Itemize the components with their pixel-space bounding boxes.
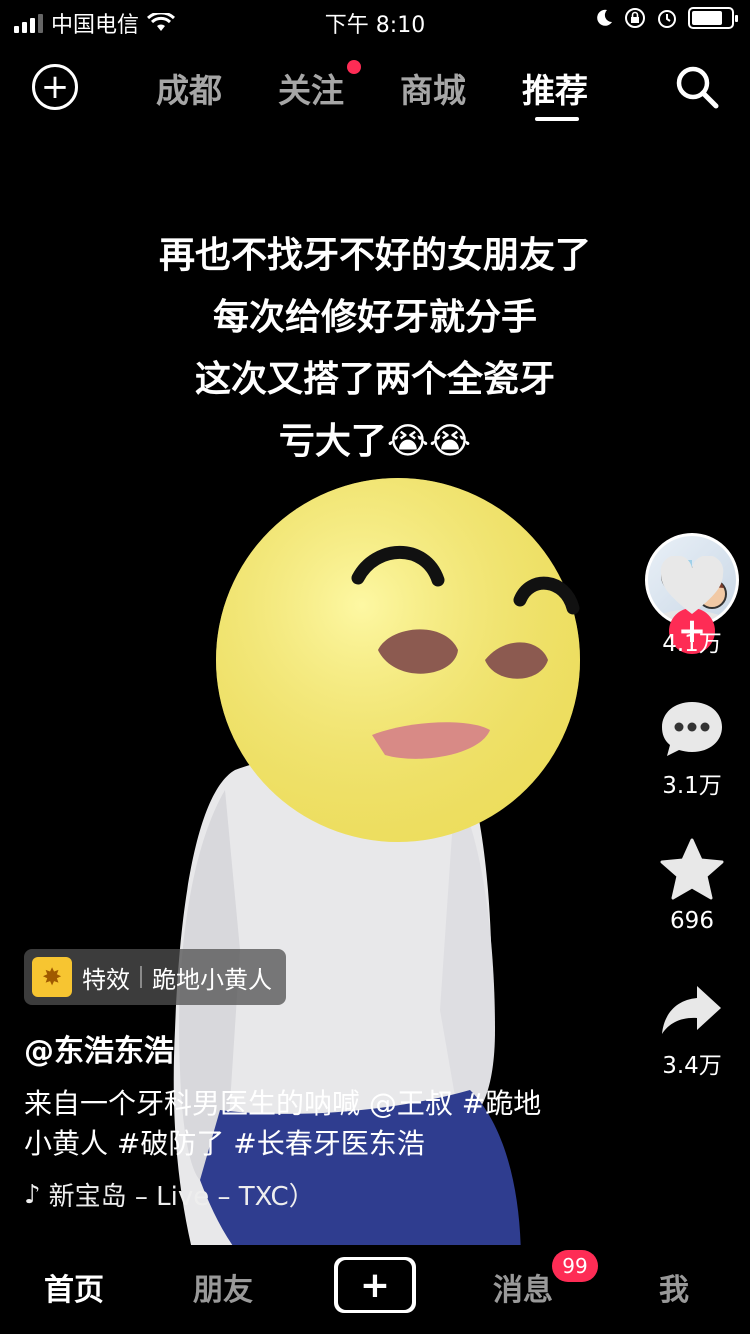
share-button[interactable]: 3.4万 [650, 982, 734, 1080]
tab-messages[interactable]: 消息 [493, 1265, 553, 1309]
like-count: 4.1万 [662, 631, 722, 657]
tab-chengdu[interactable]: 成都 [156, 64, 222, 112]
star-icon [660, 838, 724, 900]
plus-icon: + [338, 1260, 412, 1310]
heart-icon [660, 555, 724, 614]
effect-chip[interactable]: ✸ 特效 跪地小黄人 [24, 949, 286, 1005]
music-info[interactable]: ♪ 新宝岛 – Live – TXC） [24, 1176, 315, 1213]
battery-icon [688, 7, 738, 29]
tab-mall[interactable]: 商城 [400, 64, 466, 112]
bottom-tab-bar: 首页 朋友 + 消息 99 我 [0, 1245, 750, 1334]
effect-sparkle-icon: ✸ [32, 957, 72, 997]
author-name[interactable]: @东浩东浩 [24, 1026, 174, 1070]
tab-home[interactable]: 首页 [44, 1265, 104, 1309]
tab-friends[interactable]: 朋友 [193, 1265, 253, 1309]
share-count: 3.4万 [662, 1053, 722, 1079]
music-note-icon: ♪ [24, 1179, 41, 1210]
add-circle-button[interactable]: + [32, 64, 78, 110]
like-button[interactable]: 4.1万 [650, 555, 734, 658]
moon-icon [597, 9, 612, 26]
tab-recommend[interactable]: 推荐 [522, 64, 588, 112]
comment-count: 3.1万 [662, 773, 722, 799]
music-title: 新宝岛 – Live – TXC） [48, 1182, 315, 1212]
orientation-lock-icon [625, 8, 645, 28]
video-figure-illustration [173, 478, 580, 1245]
status-bar: 中国电信 下午 8:10 [0, 0, 750, 40]
effect-divider [140, 966, 142, 988]
alarm-icon [658, 10, 676, 28]
active-tab-indicator [535, 117, 579, 121]
effect-name: 跪地小黄人 [152, 965, 272, 994]
favorite-button[interactable]: 696 [650, 838, 734, 934]
tab-following[interactable]: 关注 [278, 64, 344, 112]
messages-badge: 99 [552, 1250, 598, 1282]
comment-icon [662, 702, 722, 756]
share-arrow-icon [662, 986, 721, 1034]
create-button[interactable]: + [330, 1257, 420, 1313]
video-player[interactable]: 再也不找牙不好的女朋友了 每次给修好牙就分手 这次又搭了两个全瓷牙 亏大了😭😭 [0, 130, 750, 1334]
comment-button[interactable]: 3.1万 [650, 698, 734, 800]
top-nav: + 成都 关注 商城 推荐 [0, 50, 750, 130]
video-description[interactable]: 来自一个牙科男医生的呐喊 @王叔 #跪地小黄人 #破防了 #长春牙医东浩 [24, 1084, 564, 1164]
effect-label: 特效 [82, 965, 130, 994]
tab-me[interactable]: 我 [659, 1265, 689, 1309]
following-notification-dot [347, 60, 361, 74]
search-icon[interactable] [672, 62, 722, 112]
favorite-count: 696 [670, 908, 714, 934]
